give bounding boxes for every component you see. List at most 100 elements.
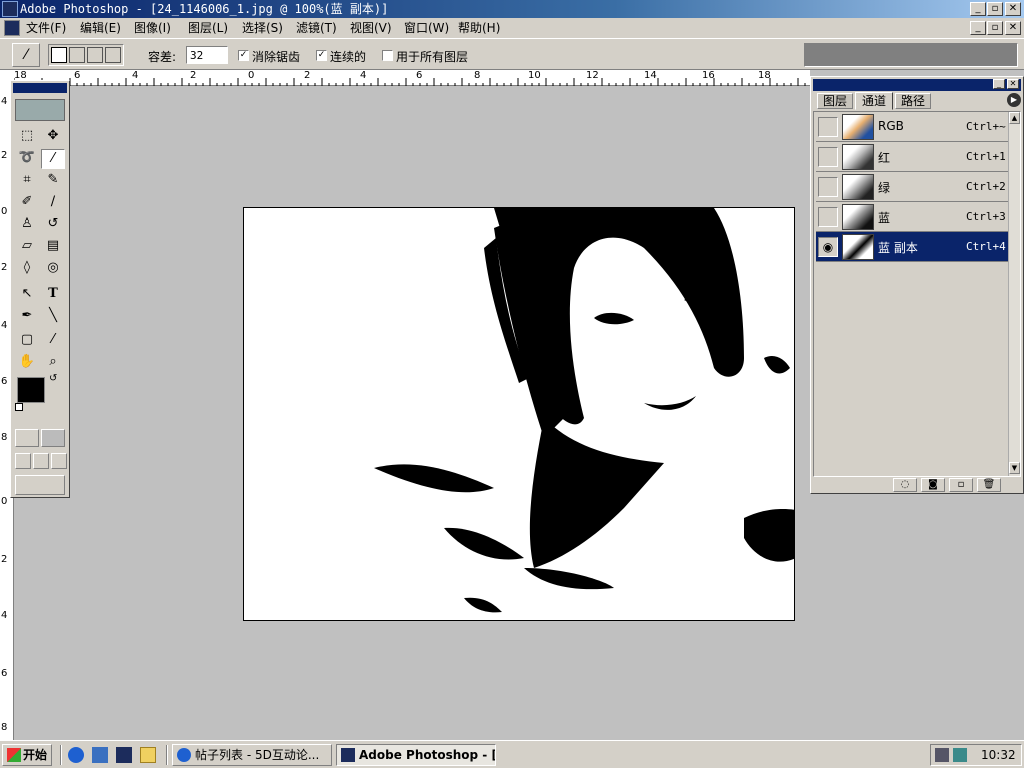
outlook-express-icon[interactable] xyxy=(92,747,108,763)
magic-wand-tool-preset-icon[interactable]: ⁄ xyxy=(12,43,40,67)
load-channel-as-selection-icon[interactable]: ◌ xyxy=(893,478,917,492)
pen-tool-icon[interactable]: ✒ xyxy=(15,307,39,327)
palette-title-bar[interactable] xyxy=(813,79,1021,91)
menu-filter[interactable]: 滤镜(T) xyxy=(292,20,341,36)
restore-button[interactable]: ▫ xyxy=(987,2,1003,16)
antialias-checkbox[interactable]: ✓ xyxy=(238,50,249,61)
contiguous-checkbox[interactable]: ✓ xyxy=(316,50,327,61)
history-brush-tool-icon[interactable]: ↺ xyxy=(41,215,65,235)
type-tool-icon[interactable]: T xyxy=(41,285,65,305)
menu-window[interactable]: 窗口(W) xyxy=(400,20,453,36)
palette-minimize-button[interactable]: _ xyxy=(993,79,1005,89)
new-selection-icon[interactable] xyxy=(51,47,67,63)
channel-row-green[interactable]: 绿 Ctrl+2 xyxy=(816,172,1008,202)
intersect-selection-icon[interactable] xyxy=(105,47,121,63)
document-icon[interactable] xyxy=(4,20,20,36)
menu-file[interactable]: 文件(F) xyxy=(22,20,70,36)
hand-tool-icon[interactable]: ✋ xyxy=(15,353,39,373)
new-channel-icon[interactable]: ▫ xyxy=(949,478,973,492)
lasso-tool-icon[interactable]: ➰ xyxy=(15,149,39,169)
scroll-up-icon[interactable]: ▲ xyxy=(1009,112,1020,124)
path-selection-tool-icon[interactable]: ↖ xyxy=(15,285,39,305)
start-button[interactable]: 开始 xyxy=(2,744,52,766)
quick-mask-mode-icon[interactable] xyxy=(41,429,65,447)
all-layers-checkbox[interactable] xyxy=(382,50,393,61)
default-colors-icon[interactable] xyxy=(15,403,23,411)
tab-channels[interactable]: 通道 xyxy=(855,92,893,110)
swap-colors-icon[interactable]: ↺ xyxy=(49,373,57,384)
visibility-toggle[interactable] xyxy=(818,117,838,137)
full-screen-menu-icon[interactable] xyxy=(33,453,49,469)
menu-edit[interactable]: 编辑(E) xyxy=(76,20,125,36)
zoom-tool-icon[interactable]: ⌕ xyxy=(41,353,65,373)
menu-help[interactable]: 帮助(H) xyxy=(454,20,504,36)
add-to-selection-icon[interactable] xyxy=(69,47,85,63)
trash-icon[interactable]: 🗑 xyxy=(977,478,1001,492)
palette-scrollbar[interactable]: ▲ ▼ xyxy=(1008,112,1020,476)
full-screen-icon[interactable] xyxy=(51,453,67,469)
photoshop-quicklaunch-icon[interactable] xyxy=(116,747,132,763)
close-button[interactable]: ✕ xyxy=(1005,2,1021,16)
ruler-label: 8 xyxy=(1,722,8,733)
doc-restore-button[interactable]: ▫ xyxy=(987,21,1003,35)
subtract-from-selection-icon[interactable] xyxy=(87,47,103,63)
notepad-icon[interactable] xyxy=(140,747,156,763)
menu-image[interactable]: 图像(I) xyxy=(130,20,175,36)
magic-wand-tool-icon[interactable]: ⁄ xyxy=(41,149,65,169)
standard-screen-icon[interactable] xyxy=(15,453,31,469)
jump-to-imageready-icon[interactable] xyxy=(15,475,65,495)
notes-tool-icon[interactable]: ▢ xyxy=(15,331,39,351)
channel-row-blue-copy[interactable]: ◉ 蓝 副本 Ctrl+4 xyxy=(816,232,1008,262)
channel-row-red[interactable]: 红 Ctrl+1 xyxy=(816,142,1008,172)
feather-logo-icon[interactable] xyxy=(15,99,65,121)
toolbox-title-bar[interactable] xyxy=(13,83,67,93)
channel-row-blue[interactable]: 蓝 Ctrl+3 xyxy=(816,202,1008,232)
foreground-color-swatch[interactable] xyxy=(17,377,45,403)
blur-tool-icon[interactable]: ◊ xyxy=(15,259,39,279)
volume-icon[interactable] xyxy=(953,748,967,762)
photoshop-app-icon[interactable] xyxy=(2,1,18,17)
visibility-toggle[interactable] xyxy=(818,207,838,227)
dodge-tool-icon[interactable]: ◎ xyxy=(41,259,65,279)
palette-menu-icon[interactable]: ▶ xyxy=(1007,93,1021,107)
ie-page-icon xyxy=(177,748,191,762)
eraser-tool-icon[interactable]: ▱ xyxy=(15,237,39,257)
channel-row-rgb[interactable]: RGB Ctrl+~ xyxy=(816,112,1008,142)
window-title-bar[interactable]: Adobe Photoshop - [24_1146006_1.jpg @ 10… xyxy=(0,0,1024,18)
tab-layers[interactable]: 图层 xyxy=(817,93,853,109)
healing-brush-tool-icon[interactable]: ✐ xyxy=(15,193,39,213)
network-icon[interactable] xyxy=(935,748,949,762)
visibility-toggle[interactable] xyxy=(818,147,838,167)
visibility-toggle[interactable] xyxy=(818,177,838,197)
gradient-tool-icon[interactable]: ▤ xyxy=(41,237,65,257)
doc-minimize-button[interactable]: _ xyxy=(970,21,986,35)
eyedropper-tool-icon[interactable]: ⁄ xyxy=(41,331,65,351)
scroll-down-icon[interactable]: ▼ xyxy=(1009,462,1020,474)
crop-tool-icon[interactable]: ⌗ xyxy=(15,171,39,191)
eye-icon[interactable]: ◉ xyxy=(818,237,838,257)
task-button-forum[interactable]: 帖子列表 - 5D互动论... xyxy=(172,744,332,766)
tolerance-input[interactable] xyxy=(186,46,228,64)
stamp-tool-icon[interactable]: ♙ xyxy=(15,215,39,235)
document-canvas[interactable] xyxy=(243,207,795,621)
palette-close-button[interactable]: ✕ xyxy=(1007,79,1019,89)
standard-mode-icon[interactable] xyxy=(15,429,39,447)
slice-tool-icon[interactable]: ✎ xyxy=(41,171,65,191)
menu-layer[interactable]: 图层(L) xyxy=(184,20,232,36)
internet-explorer-icon[interactable] xyxy=(68,747,84,763)
minimize-button[interactable]: _ xyxy=(970,2,986,16)
move-tool-icon[interactable]: ✥ xyxy=(41,127,65,147)
menu-select[interactable]: 选择(S) xyxy=(238,20,287,36)
task-button-photoshop[interactable]: Adobe Photoshop - [... xyxy=(336,744,496,766)
doc-close-button[interactable]: ✕ xyxy=(1005,21,1021,35)
save-selection-as-channel-icon[interactable]: ◙ xyxy=(921,478,945,492)
marquee-tool-icon[interactable]: ⬚ xyxy=(15,127,39,147)
line-tool-icon[interactable]: ╲ xyxy=(41,307,65,327)
clock[interactable]: 10:32 xyxy=(981,748,1016,762)
taskbar-divider xyxy=(166,745,168,765)
menu-view[interactable]: 视图(V) xyxy=(346,20,396,36)
horizontal-ruler[interactable]: 18 6 4 2 0 2 4 6 8 10 12 14 16 18 xyxy=(14,70,810,86)
brush-tool-icon[interactable]: ∕ xyxy=(41,193,65,213)
palette-well[interactable] xyxy=(804,43,1018,67)
tab-paths[interactable]: 路径 xyxy=(895,93,931,109)
